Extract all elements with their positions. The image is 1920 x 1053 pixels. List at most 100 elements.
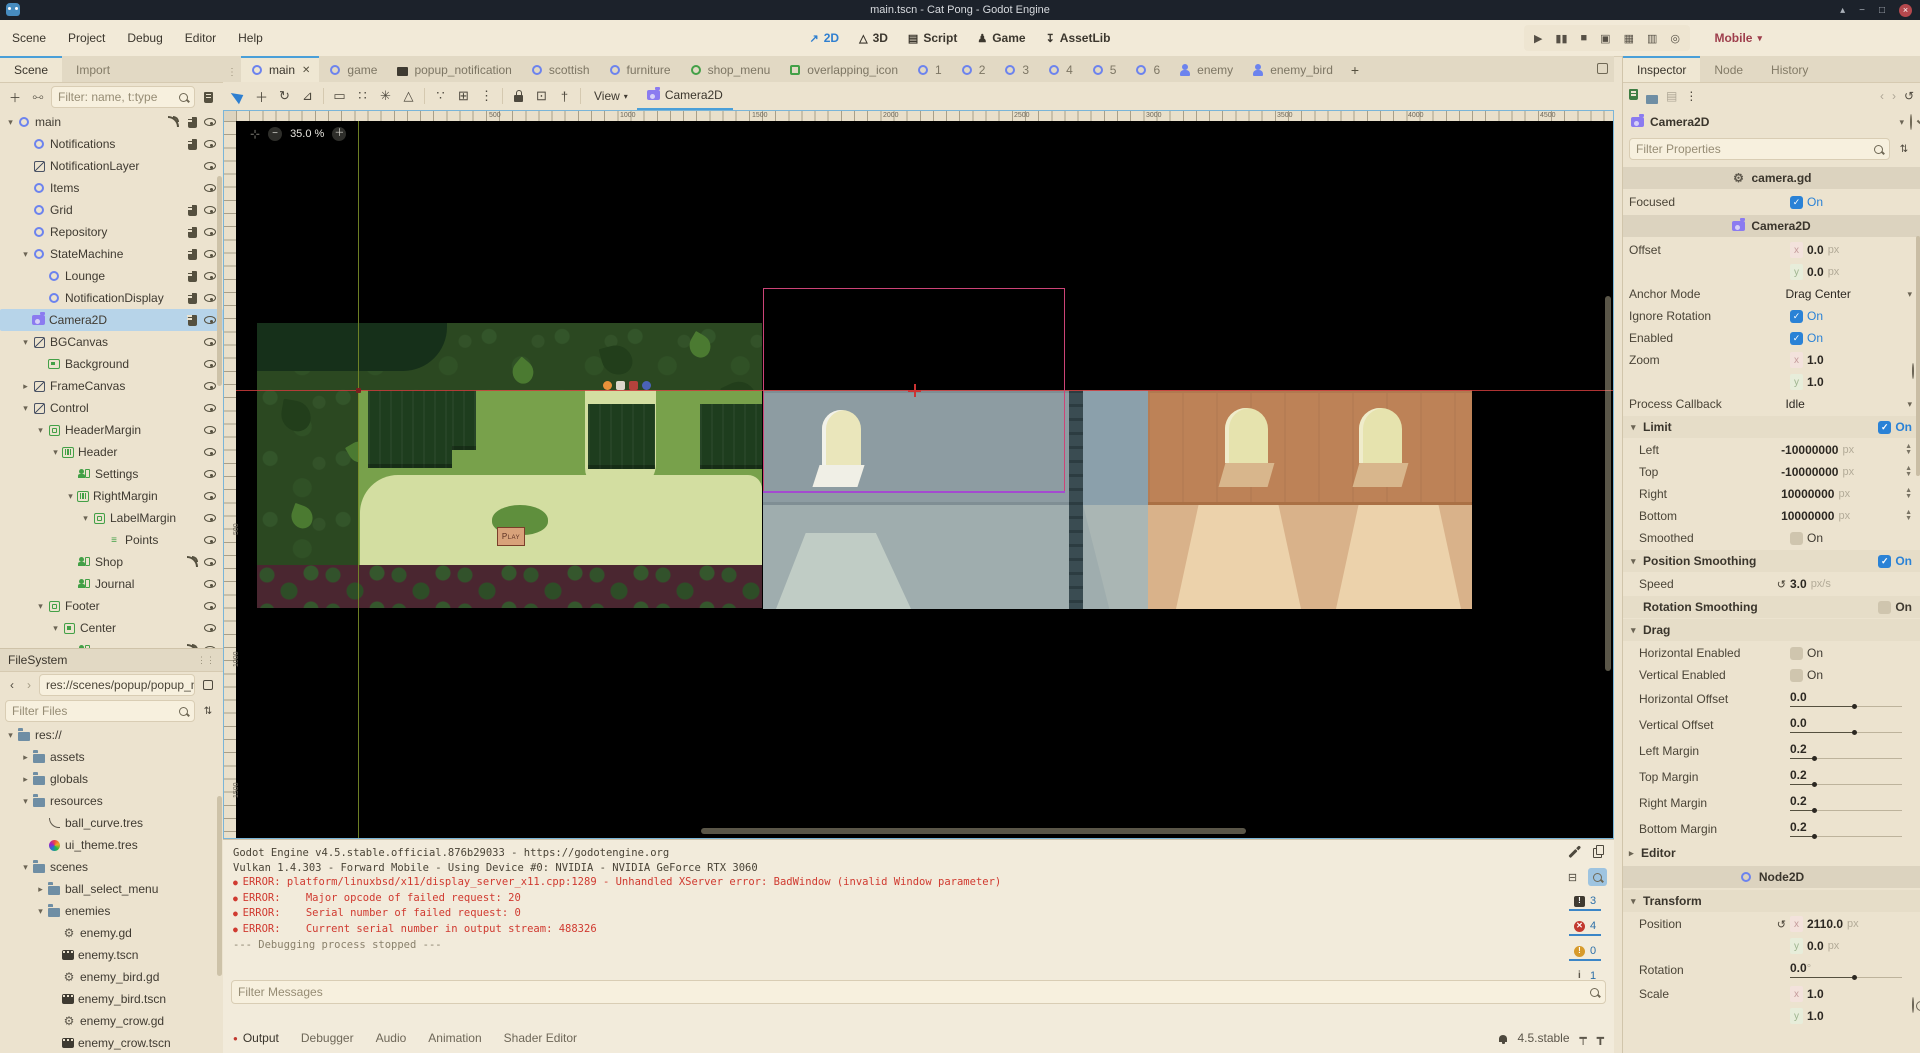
slider[interactable] xyxy=(1790,705,1902,708)
visibility-eye-icon[interactable] xyxy=(204,426,216,434)
close-tab-icon[interactable]: ✕ xyxy=(302,65,310,76)
visibility-eye-icon[interactable] xyxy=(204,206,216,214)
scene-node-notifications[interactable]: Notifications xyxy=(0,133,223,155)
visibility-eye-icon[interactable] xyxy=(204,624,216,632)
visibility-eye-icon[interactable] xyxy=(204,118,216,126)
menu-editor[interactable]: Editor xyxy=(185,31,216,45)
expander-icon[interactable]: ▸ xyxy=(19,381,32,392)
search-messages-button[interactable] xyxy=(1588,868,1607,886)
play-button[interactable]: ▶ xyxy=(1534,32,1542,45)
scene-tab-5[interactable]: 5 xyxy=(1082,56,1126,82)
fs-filter-input[interactable]: Filter Files xyxy=(5,700,195,722)
tool-select-region[interactable]: ▭ xyxy=(328,85,351,107)
scene-node-clipped[interactable] xyxy=(0,639,223,648)
inspector-tab-history[interactable]: History xyxy=(1757,56,1822,82)
context-node-camera2d[interactable]: Camera2D xyxy=(637,82,733,110)
visibility-eye-icon[interactable] xyxy=(204,602,216,610)
bottom-tab-output[interactable]: Output xyxy=(233,1031,279,1045)
visibility-eye-icon[interactable] xyxy=(204,404,216,412)
script-icon[interactable] xyxy=(185,247,199,261)
tool-lock[interactable] xyxy=(507,85,530,107)
filter-alert-badge[interactable]: ! 3 xyxy=(1569,893,1601,911)
inspector-tune-icon[interactable]: ⇅ xyxy=(1894,139,1914,159)
tool-scale[interactable]: ⊿ xyxy=(296,85,319,107)
fs-entry-ball_select_menu[interactable]: ▸ ball_select_menu xyxy=(0,878,223,900)
bottom-tab-debugger[interactable]: Debugger xyxy=(301,1031,354,1045)
slider[interactable] xyxy=(1790,835,1902,838)
workspace-game[interactable]: ♟Game xyxy=(977,31,1025,45)
fs-entry-enemy.tscn[interactable]: enemy.tscn xyxy=(0,944,223,966)
fs-back-button[interactable]: ‹ xyxy=(5,675,19,695)
scene-node-grid[interactable]: Grid xyxy=(0,199,223,221)
expander-icon[interactable]: ▾ xyxy=(49,623,62,634)
history-forward-icon[interactable]: › xyxy=(1892,89,1896,103)
revert-icon[interactable]: ↺ xyxy=(1777,578,1786,591)
fs-forward-button[interactable]: › xyxy=(22,675,36,695)
scene-node-header[interactable]: ▾ Header xyxy=(0,441,223,463)
section-checkbox[interactable]: ✓ xyxy=(1878,421,1891,434)
open-docs-icon[interactable] xyxy=(1910,115,1912,129)
scene-node-headermargin[interactable]: ▾ HeaderMargin xyxy=(0,419,223,441)
tool-group[interactable]: ⊡ xyxy=(530,85,553,107)
resource-options-icon[interactable]: ⋮ xyxy=(1685,89,1697,103)
expander-icon[interactable]: ▾ xyxy=(19,796,32,807)
expander-icon[interactable]: ▾ xyxy=(4,730,17,741)
copy-output-button[interactable] xyxy=(1588,844,1607,862)
scene-tab-enemy_bird[interactable]: enemy_bird xyxy=(1242,56,1342,82)
workspace-3d[interactable]: △3D xyxy=(859,31,888,45)
expander-icon[interactable]: ▾ xyxy=(19,249,32,260)
filter-error-badge[interactable]: ✕ 4 xyxy=(1569,918,1601,936)
scene-node-journal[interactable]: Journal xyxy=(0,573,223,595)
pin-panel-icon[interactable]: ┯ xyxy=(1580,1031,1587,1045)
visibility-eye-icon[interactable] xyxy=(204,228,216,236)
script-icon[interactable] xyxy=(185,203,199,217)
menu-project[interactable]: Project xyxy=(68,31,105,45)
signal-icon[interactable] xyxy=(185,555,199,569)
scene-tab-overlapping_icon[interactable]: overlapping_icon xyxy=(779,56,907,82)
play-scene-button[interactable]: ▣ xyxy=(1600,32,1610,45)
scene-node-camera2d[interactable]: Camera2D xyxy=(0,309,223,331)
tool-smart-snap[interactable]: ∵ xyxy=(429,85,452,107)
spin-stepper[interactable]: ▲▼ xyxy=(1905,444,1912,455)
tool-rotate[interactable]: ↻ xyxy=(273,85,296,107)
property-drag[interactable]: ▾Drag xyxy=(1623,619,1920,641)
scene-node-bgcanvas[interactable]: ▾ BGCanvas xyxy=(0,331,223,353)
scene-node-center[interactable]: ▾ Center xyxy=(0,617,223,639)
scene-node-shop[interactable]: Shop xyxy=(0,551,223,573)
visibility-eye-icon[interactable] xyxy=(204,184,216,192)
scene-node-notificationlayer[interactable]: NotificationLayer xyxy=(0,155,223,177)
script-icon[interactable] xyxy=(185,225,199,239)
scene-tab-3[interactable]: 3 xyxy=(994,56,1038,82)
section-checkbox[interactable]: ✓ xyxy=(1878,555,1891,568)
zoom-out-button[interactable]: − xyxy=(268,127,282,141)
scene-tab-2[interactable]: 2 xyxy=(951,56,995,82)
fs-entry-assets[interactable]: ▸ assets xyxy=(0,746,223,768)
signal-icon[interactable] xyxy=(166,115,180,129)
scene-tab-1[interactable]: 1 xyxy=(907,56,951,82)
property-camera.gd[interactable]: ⚙camera.gd xyxy=(1623,167,1920,189)
maximize-button[interactable]: □ xyxy=(1879,5,1885,16)
renderer-select[interactable]: Mobile ▾ xyxy=(1714,20,1762,56)
spin-stepper[interactable]: ▲▼ xyxy=(1905,510,1912,521)
checkbox[interactable] xyxy=(1790,647,1803,660)
view-menu[interactable]: View▾ xyxy=(585,89,637,103)
fs-entry-scenes[interactable]: ▾ scenes xyxy=(0,856,223,878)
property-editor[interactable]: ▸Editor xyxy=(1629,842,1914,864)
visibility-eye-icon[interactable] xyxy=(204,492,216,500)
object-history-icon[interactable]: ↺ xyxy=(1904,89,1914,103)
slider[interactable] xyxy=(1790,783,1902,786)
tool-ruler[interactable]: △ xyxy=(397,85,420,107)
history-back-icon[interactable]: ‹ xyxy=(1880,89,1884,103)
scene-node-control[interactable]: ▾ Control xyxy=(0,397,223,419)
scene-dock-tab-import[interactable]: Import xyxy=(62,56,124,82)
filter-warning-badge[interactable]: ! 0 xyxy=(1569,943,1601,961)
bottom-tab-shader-editor[interactable]: Shader Editor xyxy=(504,1031,577,1045)
scene-tab-6[interactable]: 6 xyxy=(1125,56,1169,82)
expander-icon[interactable]: ▸ xyxy=(19,774,32,785)
new-resource-icon[interactable] xyxy=(1629,89,1638,103)
property-camera2d[interactable]: Camera2D xyxy=(1623,215,1920,237)
scene-node-main[interactable]: ▾ main xyxy=(0,111,223,133)
script-icon[interactable] xyxy=(185,137,199,151)
fs-path-field[interactable]: res://scenes/popup/popup_n xyxy=(39,674,195,696)
workspace-assetlib[interactable]: ↧AssetLib xyxy=(1046,31,1111,45)
